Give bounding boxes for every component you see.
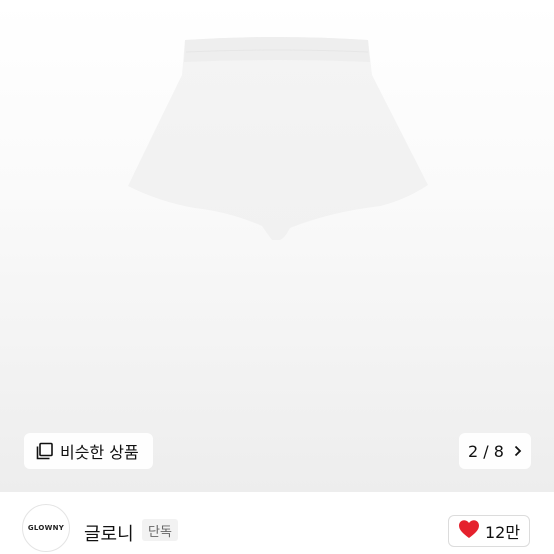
image-pager-text: 2 / 8 [468,441,504,461]
product-image[interactable]: 비슷한 상품 2 / 8 [0,0,554,492]
brand-logo-text: GLOWNY [27,524,65,532]
chevron-right-icon [514,442,522,461]
brand-logo[interactable]: GLOWNY [22,504,70,552]
similar-items-icon [36,442,54,460]
like-count: 12만 [484,523,521,542]
brand-row: GLOWNY 글로니 단독 12만 [0,492,554,554]
similar-items-label: 비슷한 상품 [60,443,139,462]
exclusive-badge: 단독 [142,519,178,541]
shorts-image [128,37,428,240]
heart-icon [458,519,480,543]
brand-name[interactable]: 글로니 [84,520,134,546]
like-button[interactable]: 12만 [448,515,530,547]
image-pager-button[interactable]: 2 / 8 [459,433,531,469]
similar-items-button[interactable]: 비슷한 상품 [24,433,153,469]
